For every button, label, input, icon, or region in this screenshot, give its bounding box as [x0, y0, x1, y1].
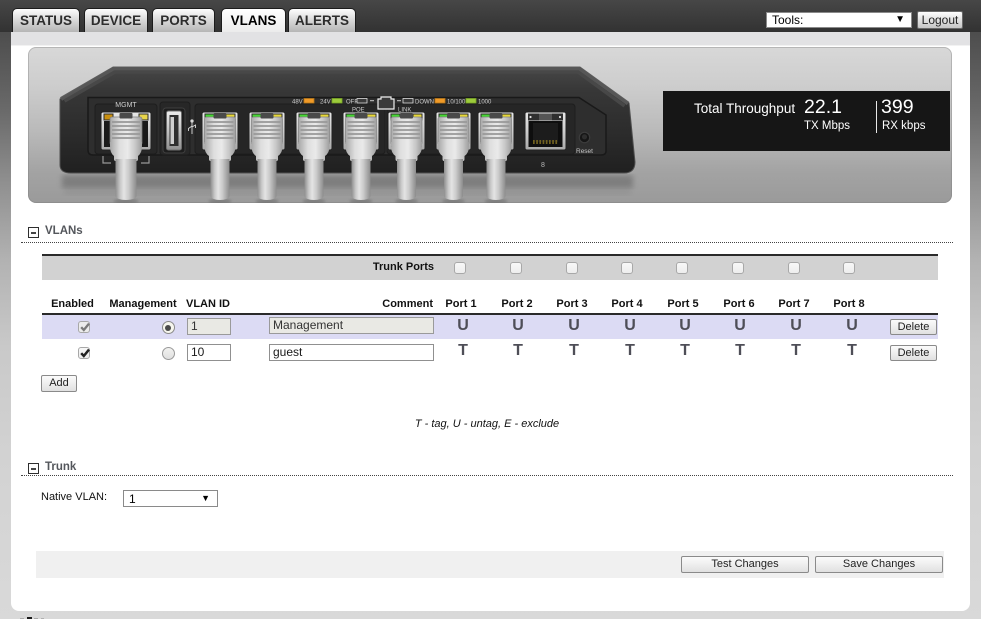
svg-text:OFF: OFF: [346, 100, 358, 106]
svg-text:8: 8: [541, 162, 545, 169]
svg-text:48V: 48V: [292, 100, 303, 106]
svg-text:MGMT: MGMT: [115, 102, 137, 109]
svg-text:10/100: 10/100: [447, 100, 466, 106]
svg-text:1000: 1000: [478, 100, 492, 106]
svg-text:DOWN: DOWN: [415, 100, 434, 106]
svg-text:24V: 24V: [320, 100, 331, 106]
svg-text:Reset: Reset: [576, 148, 593, 155]
